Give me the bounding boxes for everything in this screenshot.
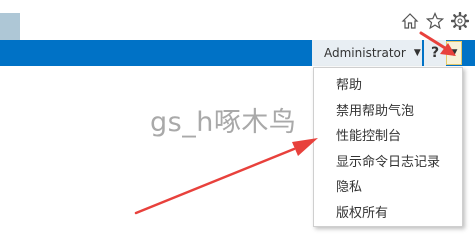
arrow-to-performance-console — [134, 138, 318, 215]
annotation-arrows — [134, 31, 456, 215]
arrow-to-help-dropdown — [419, 31, 456, 56]
